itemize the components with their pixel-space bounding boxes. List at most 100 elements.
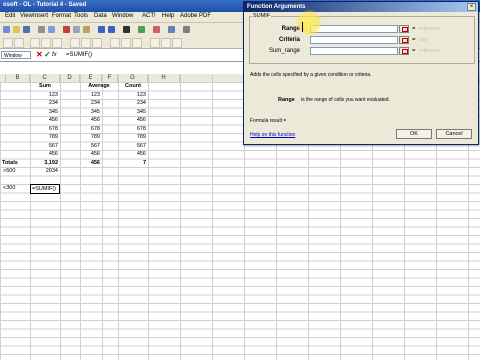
cancel-button[interactable]: Cancel bbox=[436, 129, 472, 139]
sum-range-collapse-button[interactable] bbox=[399, 47, 409, 55]
col-header-e[interactable]: E bbox=[80, 74, 102, 82]
new-icon[interactable] bbox=[3, 26, 10, 33]
col-header-h[interactable]: H bbox=[148, 74, 180, 82]
undo-icon[interactable] bbox=[98, 26, 105, 33]
help-link[interactable]: Help on this function bbox=[250, 132, 295, 138]
menu-adobe-pdf[interactable]: Adobe PDF bbox=[180, 13, 211, 19]
average-cell[interactable]: 678 bbox=[80, 125, 100, 133]
totals-average[interactable]: 456 bbox=[80, 159, 100, 167]
formula-input[interactable]: =SUMIF() bbox=[66, 51, 92, 59]
sum-cell[interactable]: 567 bbox=[30, 142, 58, 150]
criteria-result-1[interactable]: 2034 bbox=[30, 167, 58, 175]
cancel-icon[interactable]: ✕ bbox=[36, 50, 44, 60]
currency-button[interactable] bbox=[110, 38, 120, 48]
name-box[interactable]: Window bbox=[1, 51, 31, 59]
sum-cell[interactable]: 345 bbox=[30, 108, 58, 116]
col-header-g[interactable]: G bbox=[118, 74, 148, 82]
close-button[interactable]: × bbox=[467, 3, 476, 11]
zoom-icon[interactable] bbox=[168, 26, 175, 33]
align-right-button[interactable] bbox=[92, 38, 102, 48]
menu-data[interactable]: Data bbox=[94, 13, 107, 19]
count-cell[interactable]: 456 bbox=[118, 116, 146, 124]
criteria-collapse-button[interactable] bbox=[399, 36, 409, 44]
header-count[interactable]: Count bbox=[118, 82, 148, 90]
col-header-f[interactable]: F bbox=[102, 74, 118, 82]
count-cell[interactable]: 345 bbox=[118, 108, 146, 116]
autosum-icon[interactable] bbox=[123, 26, 130, 33]
preview-icon[interactable] bbox=[48, 26, 55, 33]
range-input[interactable] bbox=[310, 25, 398, 33]
totals-label[interactable]: Totals bbox=[2, 159, 30, 167]
sum-range-input[interactable] bbox=[310, 47, 398, 55]
sum-cell[interactable]: 456 bbox=[30, 150, 58, 158]
count-cell[interactable]: 789 bbox=[118, 133, 146, 141]
font-size-button[interactable] bbox=[14, 38, 24, 48]
count-cell[interactable]: 678 bbox=[118, 125, 146, 133]
sum-cell[interactable]: 123 bbox=[30, 91, 58, 99]
menu-format[interactable]: Format bbox=[52, 13, 71, 19]
sum-cell[interactable]: 456 bbox=[30, 116, 58, 124]
menu-tools[interactable]: Tools bbox=[74, 13, 88, 19]
insert-function-icon[interactable]: fx bbox=[52, 51, 62, 59]
ok-button[interactable]: OK bbox=[396, 129, 432, 139]
help-icon[interactable] bbox=[183, 26, 190, 33]
col-header-d[interactable]: D bbox=[60, 74, 80, 82]
font-button[interactable] bbox=[3, 38, 13, 48]
copy-icon[interactable] bbox=[73, 26, 80, 33]
fill-color-button[interactable] bbox=[161, 38, 171, 48]
criteria-input[interactable] bbox=[310, 36, 398, 44]
comma-button[interactable] bbox=[132, 38, 142, 48]
average-cell[interactable]: 456 bbox=[80, 150, 100, 158]
average-cell[interactable]: 789 bbox=[80, 133, 100, 141]
col-header-b[interactable]: B bbox=[6, 74, 30, 82]
open-icon[interactable] bbox=[13, 26, 20, 33]
menu-insert[interactable]: Insert bbox=[33, 13, 48, 19]
percent-button[interactable] bbox=[121, 38, 131, 48]
enter-icon[interactable]: ✓ bbox=[44, 50, 52, 60]
cut-icon[interactable] bbox=[63, 26, 70, 33]
sort-icon[interactable] bbox=[138, 26, 145, 33]
text-cursor bbox=[302, 22, 303, 32]
sum-cell[interactable]: 678 bbox=[30, 125, 58, 133]
align-center-button[interactable] bbox=[81, 38, 91, 48]
average-cell[interactable]: 345 bbox=[80, 108, 100, 116]
menu-view[interactable]: View bbox=[20, 13, 33, 19]
menu-help[interactable]: Help bbox=[162, 13, 174, 19]
average-cell[interactable]: 234 bbox=[80, 99, 100, 107]
borders-button[interactable] bbox=[150, 38, 160, 48]
sum-cell[interactable]: 234 bbox=[30, 99, 58, 107]
bold-button[interactable] bbox=[30, 38, 40, 48]
criteria-label-2[interactable]: <300 bbox=[3, 184, 29, 192]
average-cell[interactable]: 567 bbox=[80, 142, 100, 150]
print-icon[interactable] bbox=[38, 26, 45, 33]
redo-icon[interactable] bbox=[108, 26, 115, 33]
menu-edit[interactable]: Edit bbox=[5, 13, 15, 19]
italic-button[interactable] bbox=[41, 38, 51, 48]
header-average[interactable]: Average bbox=[80, 82, 118, 90]
sum-cell[interactable]: 789 bbox=[30, 133, 58, 141]
chart-icon[interactable] bbox=[153, 26, 160, 33]
average-cell[interactable]: 456 bbox=[80, 116, 100, 124]
totals-sum[interactable]: 3,192 bbox=[30, 159, 58, 167]
range-collapse-button[interactable] bbox=[399, 25, 409, 33]
count-cell[interactable]: 123 bbox=[118, 91, 146, 99]
sum-range-hint: reference bbox=[419, 48, 441, 54]
totals-count[interactable]: 7 bbox=[118, 159, 146, 167]
count-cell[interactable]: 567 bbox=[118, 142, 146, 150]
underline-button[interactable] bbox=[52, 38, 62, 48]
paste-icon[interactable] bbox=[83, 26, 90, 33]
cursor-highlight bbox=[296, 10, 322, 36]
font-color-button[interactable] bbox=[172, 38, 182, 48]
average-cell[interactable]: 123 bbox=[80, 91, 100, 99]
count-cell[interactable]: 456 bbox=[118, 150, 146, 158]
active-cell[interactable]: =SUMIF() bbox=[30, 183, 60, 194]
header-sum[interactable]: Sum bbox=[30, 82, 60, 90]
range-equals: = bbox=[412, 26, 416, 32]
count-cell[interactable]: 234 bbox=[118, 99, 146, 107]
menu-act[interactable]: ACT! bbox=[142, 13, 156, 19]
align-left-button[interactable] bbox=[70, 38, 80, 48]
col-header-c[interactable]: C bbox=[30, 74, 60, 82]
criteria-label-1[interactable]: >500 bbox=[3, 167, 29, 175]
save-icon[interactable] bbox=[23, 26, 30, 33]
menu-window[interactable]: Window bbox=[112, 13, 133, 19]
